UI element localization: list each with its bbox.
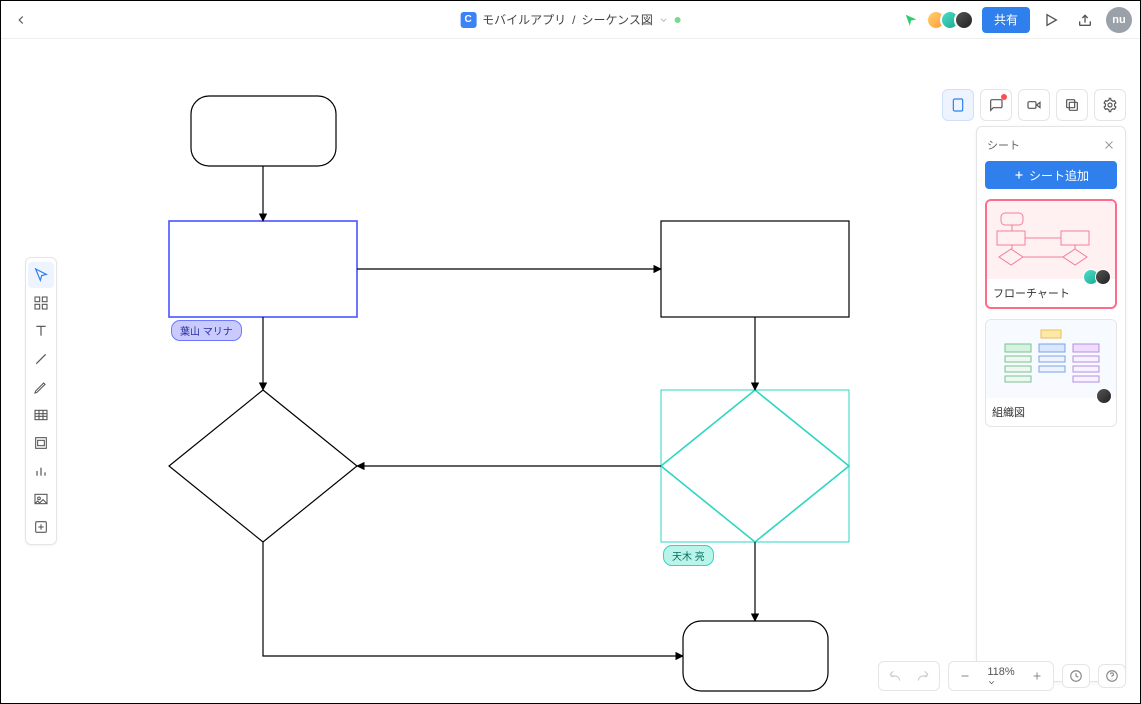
title-separator: / — [572, 13, 575, 27]
undo-redo-group — [878, 661, 940, 691]
video-button[interactable] — [1018, 89, 1050, 121]
image-icon — [33, 491, 49, 507]
sync-status-dot — [675, 17, 681, 23]
add-sheet-button[interactable]: シート追加 — [985, 161, 1117, 189]
sheets-panel-toggle[interactable] — [942, 89, 974, 121]
tool-chart[interactable] — [28, 458, 54, 484]
node-decision-selected[interactable] — [661, 390, 849, 542]
collaborator-avatars[interactable] — [926, 10, 974, 30]
undo-button[interactable] — [881, 664, 909, 688]
export-button[interactable] — [1072, 7, 1098, 33]
zoom-label: 118% — [987, 666, 1014, 678]
doc-name: シーケンス図 — [581, 11, 652, 28]
document-title[interactable]: C モバイルアプリ / シーケンス図 — [460, 11, 681, 28]
zoom-in-button[interactable] — [1023, 664, 1051, 688]
node-process-selected[interactable] — [169, 221, 357, 317]
gear-icon — [1102, 97, 1118, 113]
zoom-value[interactable]: 118% — [979, 666, 1023, 687]
shapes-icon — [33, 295, 49, 311]
edge[interactable] — [263, 542, 683, 656]
node-terminator[interactable] — [191, 96, 336, 166]
history-button[interactable] — [1062, 664, 1090, 688]
sheet-card[interactable]: フローチャート — [985, 199, 1117, 309]
tool-select[interactable] — [28, 262, 54, 288]
present-button[interactable] — [1038, 7, 1064, 33]
avatar — [954, 10, 974, 30]
chevron-left-icon — [14, 13, 28, 27]
node-terminator[interactable] — [683, 621, 828, 691]
comments-button[interactable] — [980, 89, 1012, 121]
tool-shapes[interactable] — [28, 290, 54, 316]
back-button[interactable] — [9, 8, 33, 32]
brand-badge[interactable]: nu — [1106, 7, 1132, 33]
sheet-collaborators — [1087, 269, 1111, 285]
app-window: C モバイルアプリ / シーケンス図 共有 — [0, 0, 1141, 704]
chart-icon — [33, 463, 49, 479]
sheet-label: 組織図 — [986, 398, 1116, 426]
redo-icon — [916, 669, 930, 683]
tool-more[interactable] — [28, 514, 54, 540]
undo-icon — [888, 669, 902, 683]
tool-pen[interactable] — [28, 374, 54, 400]
bottom-controls: 118% — [878, 661, 1126, 691]
plus-icon — [1013, 169, 1025, 181]
node-decision[interactable] — [169, 390, 357, 542]
right-action-row — [942, 89, 1126, 121]
collab-indicator-icon — [904, 13, 918, 27]
text-icon — [33, 323, 49, 339]
chevron-down-icon — [659, 15, 669, 25]
sheet-collaborators — [1100, 388, 1112, 404]
help-button[interactable] — [1098, 664, 1126, 688]
chevron-down-icon — [987, 678, 996, 687]
container-icon — [33, 435, 49, 451]
sheet-card[interactable]: 組織図 — [985, 319, 1117, 427]
slides-button[interactable] — [1056, 89, 1088, 121]
plus-icon — [1031, 670, 1043, 682]
panel-title: シート — [987, 137, 1020, 153]
tool-image[interactable] — [28, 486, 54, 512]
export-icon — [1077, 12, 1093, 28]
settings-button[interactable] — [1094, 89, 1126, 121]
line-icon — [33, 351, 49, 367]
left-toolbar — [25, 257, 57, 545]
project-name: モバイルアプリ — [482, 11, 566, 28]
tool-line[interactable] — [28, 346, 54, 372]
plus-square-icon — [33, 519, 49, 535]
sheet-thumbnail — [987, 201, 1115, 279]
tool-text[interactable] — [28, 318, 54, 344]
cursor-icon — [33, 267, 49, 283]
help-icon — [1105, 669, 1119, 683]
doc-icon: C — [460, 12, 476, 28]
copy-icon — [1064, 97, 1080, 113]
pen-icon — [33, 379, 49, 395]
video-icon — [1026, 97, 1042, 113]
close-icon[interactable] — [1103, 139, 1115, 151]
share-button[interactable]: 共有 — [982, 7, 1030, 33]
top-bar: C モバイルアプリ / シーケンス図 共有 — [1, 1, 1140, 39]
zoom-group: 118% — [948, 661, 1054, 691]
sheet-thumbnail — [986, 320, 1116, 398]
flowchart-svg — [1, 39, 961, 699]
tool-container[interactable] — [28, 430, 54, 456]
tool-table[interactable] — [28, 402, 54, 428]
zoom-out-button[interactable] — [951, 664, 979, 688]
table-icon — [33, 407, 49, 423]
redo-button[interactable] — [909, 664, 937, 688]
minus-icon — [959, 670, 971, 682]
sheets-panel: シート シート追加 — [976, 126, 1126, 682]
notification-dot — [1001, 94, 1007, 100]
canvas[interactable]: 葉山 マリナ 天木 亮 — [1, 39, 1140, 703]
sheets-icon — [950, 97, 966, 113]
clock-icon — [1069, 669, 1083, 683]
add-sheet-label: シート追加 — [1029, 167, 1089, 184]
play-icon — [1043, 12, 1059, 28]
node-process[interactable] — [661, 221, 849, 317]
